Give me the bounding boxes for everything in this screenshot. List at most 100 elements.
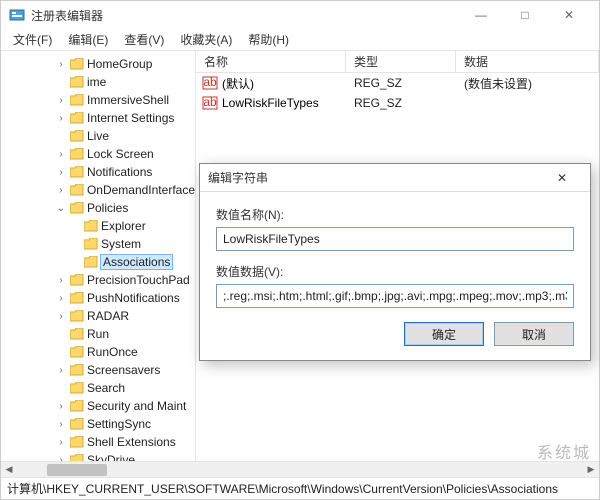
svg-text:ab: ab xyxy=(203,75,217,89)
chevron-right-icon[interactable]: › xyxy=(55,113,67,124)
folder-icon xyxy=(84,238,98,250)
folder-icon xyxy=(70,184,84,196)
menu-favorites[interactable]: 收藏夹(A) xyxy=(172,29,240,51)
dialog-titlebar[interactable]: 编辑字符串 ✕ xyxy=(200,164,590,192)
tree-node-label: Lock Screen xyxy=(87,147,154,161)
minimize-button[interactable]: — xyxy=(459,1,503,29)
tree-node-label: HomeGroup xyxy=(87,57,152,71)
window-buttons: — □ ✕ xyxy=(459,1,591,29)
tree-node-label: Associations xyxy=(101,255,172,269)
scroll-left-icon[interactable]: ◀ xyxy=(1,462,17,477)
tree-node[interactable]: RunOnce xyxy=(1,343,195,361)
scroll-track[interactable] xyxy=(17,462,583,477)
tree-node[interactable]: › SettingSync xyxy=(1,415,195,433)
value-type: REG_SZ xyxy=(346,76,456,90)
tree-node[interactable]: › Notifications xyxy=(1,163,195,181)
col-data[interactable]: 数据 xyxy=(456,51,599,72)
tree-node[interactable]: ›Screensavers xyxy=(1,361,195,379)
menubar: 文件(F) 编辑(E) 查看(V) 收藏夹(A) 帮助(H) xyxy=(1,29,599,51)
chevron-right-icon[interactable]: › xyxy=(55,365,67,376)
chevron-right-icon[interactable]: › xyxy=(55,311,67,322)
tree-node[interactable]: ›PrecisionTouchPad xyxy=(1,271,195,289)
tree-node[interactable]: System xyxy=(1,235,195,253)
tree-node-label: RunOnce xyxy=(87,345,138,359)
tree-node[interactable]: ⌄Policies xyxy=(1,199,195,217)
menu-file[interactable]: 文件(F) xyxy=(5,29,60,51)
value-name-input[interactable] xyxy=(216,227,574,251)
chevron-right-icon[interactable]: › xyxy=(55,185,67,196)
tree-node[interactable]: › RADAR xyxy=(1,307,195,325)
menu-view[interactable]: 查看(V) xyxy=(116,29,172,51)
folder-icon xyxy=(70,112,84,124)
key-tree[interactable]: › HomeGroup ime ›ImmersiveShell›Internet Se… xyxy=(1,51,196,461)
registry-editor-window: 注册表编辑器 — □ ✕ 文件(F) 编辑(E) 查看(V) 收藏夹(A) 帮助… xyxy=(0,0,600,500)
col-type[interactable]: 类型 xyxy=(346,51,456,72)
close-button[interactable]: ✕ xyxy=(547,1,591,29)
chevron-down-icon[interactable]: ⌄ xyxy=(55,203,67,214)
tree-node[interactable]: › HomeGroup xyxy=(1,55,195,73)
tree-node-label: Notifications xyxy=(87,165,152,179)
tree-node-label: SettingSync xyxy=(87,417,151,431)
tree-node[interactable]: Search xyxy=(1,379,195,397)
tree-node-label: Explorer xyxy=(101,219,146,233)
dialog-close-button[interactable]: ✕ xyxy=(542,164,582,192)
tree-node[interactable]: Run xyxy=(1,325,195,343)
maximize-button[interactable]: □ xyxy=(503,1,547,29)
chevron-right-icon[interactable]: › xyxy=(55,167,67,178)
tree-node-label: Shell Extensions xyxy=(87,435,176,449)
chevron-right-icon[interactable]: › xyxy=(55,401,67,412)
tree-node[interactable]: › Shell Extensions xyxy=(1,433,195,451)
folder-icon xyxy=(70,202,84,214)
folder-icon xyxy=(70,130,84,142)
titlebar[interactable]: 注册表编辑器 — □ ✕ xyxy=(1,1,599,29)
folder-icon xyxy=(70,436,84,448)
folder-icon xyxy=(70,274,84,286)
tree-node-label: RADAR xyxy=(87,309,129,323)
tree-node[interactable]: ›SkyDrive xyxy=(1,451,195,461)
tree-node[interactable]: ›Security and Maint xyxy=(1,397,195,415)
cancel-button[interactable]: 取消 xyxy=(494,322,574,346)
value-name-label: 数值名称(N): xyxy=(216,206,574,223)
value-data: (数值未设置) xyxy=(456,75,599,92)
menu-help[interactable]: 帮助(H) xyxy=(240,29,297,51)
column-header: 名称 类型 数据 xyxy=(196,51,599,73)
dialog-buttons: 确定 取消 xyxy=(200,314,590,360)
ok-button[interactable]: 确定 xyxy=(404,322,484,346)
menu-edit[interactable]: 编辑(E) xyxy=(60,29,116,51)
tree-node[interactable]: ›ImmersiveShell xyxy=(1,91,195,109)
horizontal-scrollbar[interactable]: ◀ ▶ xyxy=(1,461,599,477)
folder-icon xyxy=(70,58,84,70)
value-data-label: 数值数据(V): xyxy=(216,263,574,280)
chevron-right-icon[interactable]: › xyxy=(55,419,67,430)
chevron-right-icon[interactable]: › xyxy=(55,149,67,160)
tree-node-label: ime xyxy=(87,75,106,89)
tree-node[interactable]: Associations xyxy=(1,253,195,271)
tree-node[interactable]: ›OnDemandInterface xyxy=(1,181,195,199)
chevron-right-icon[interactable]: › xyxy=(55,293,67,304)
scroll-right-icon[interactable]: ▶ xyxy=(583,462,599,477)
chevron-right-icon[interactable]: › xyxy=(55,275,67,286)
folder-icon xyxy=(70,166,84,178)
value-row[interactable]: ab(默认)REG_SZ(数值未设置) xyxy=(196,73,599,93)
window-title: 注册表编辑器 xyxy=(31,7,459,24)
scroll-thumb[interactable] xyxy=(47,464,107,476)
col-name[interactable]: 名称 xyxy=(196,51,346,72)
value-row[interactable]: abLowRiskFileTypesREG_SZ xyxy=(196,93,599,113)
tree-node[interactable]: ime xyxy=(1,73,195,91)
tree-node[interactable]: › Lock Screen xyxy=(1,145,195,163)
folder-icon xyxy=(70,418,84,430)
edit-string-dialog: 编辑字符串 ✕ 数值名称(N): 数值数据(V): 确定 取消 xyxy=(199,163,591,361)
folder-icon xyxy=(70,292,84,304)
dialog-title: 编辑字符串 xyxy=(208,169,542,186)
tree-node[interactable]: Explorer xyxy=(1,217,195,235)
tree-node[interactable]: Live xyxy=(1,127,195,145)
tree-node[interactable]: ›Internet Settings xyxy=(1,109,195,127)
chevron-right-icon[interactable]: › xyxy=(55,59,67,70)
dialog-body: 数值名称(N): 数值数据(V): xyxy=(200,192,590,314)
chevron-right-icon[interactable]: › xyxy=(55,95,67,106)
value-data-input[interactable] xyxy=(216,284,574,308)
tree-node[interactable]: ›PushNotifications xyxy=(1,289,195,307)
folder-icon xyxy=(70,364,84,376)
folder-icon xyxy=(70,310,84,322)
chevron-right-icon[interactable]: › xyxy=(55,437,67,448)
